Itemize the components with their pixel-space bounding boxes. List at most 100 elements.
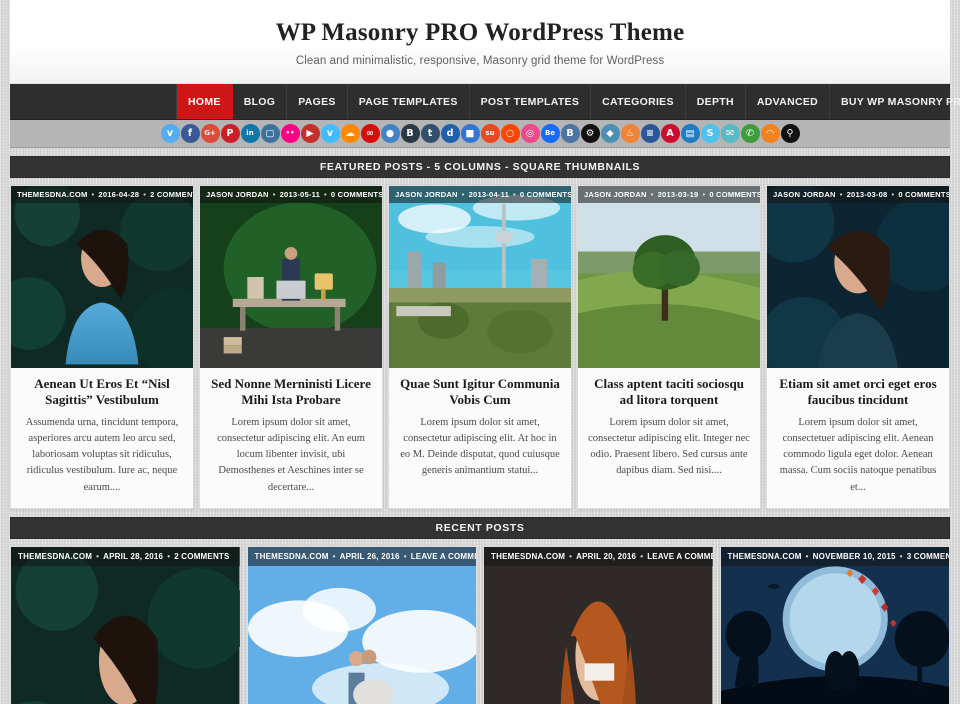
post-author: THEMESDNA.COM [18,551,93,561]
post-card[interactable]: THEMESDNA.COM • APRIL 20, 2016 • LEAVE A COM… [483,545,714,704]
twitter-icon[interactable]: ᴠ [160,124,180,143]
main-navigation[interactable]: HOME BLOG PAGES PAGE TEMPLATES POST TEMPLATE… [10,84,960,120]
site-description: Clean and minimalistic, responsive, Maso… [295,55,665,67]
page-title: WP Masonry PRO WordPress Theme [275,19,685,46]
post-thumbnail[interactable]: JASON JORDAN • 2013-05-11 • 0 COMMENTS [200,186,382,368]
drupal-icon[interactable]: ⚙ [580,124,600,143]
post-excerpt: Lorem ipsum dolor sit amet, consectetur … [400,416,560,477]
post-meta: THEMESDNA.COM•NOVEMBER 10, 2015•3 COMMEN… [720,546,949,566]
delicious-icon[interactable]: ■ [460,124,480,143]
nav-item-post-templates[interactable]: POST TEMPLATES [470,84,592,119]
stumbleupon-icon[interactable]: su [480,124,500,143]
post-comments-count: 2 COMMENTS [150,190,193,199]
post-card[interactable]: THEMESDNA.COM•APRIL 28, 2016•2 COMMENTSA… [10,545,241,704]
vimeo-icon[interactable]: v [320,124,340,143]
post-thumbnail[interactable]: THEMESDNA.COM•2016-04-28•2 COMMENTS [11,186,193,368]
post-card[interactable]: JASON JORDAN • 2013-05-11 • 0 COMMENTS Sed No… [199,185,383,509]
post-author: THEMESDNA.COM [17,190,88,199]
post-meta: THEMESDNA.COM • APRIL 28, 2016 • 2 COMMENTS [11,546,240,566]
post-title[interactable]: Quae Sunt Igitur Communia Vobis Cum [399,376,561,409]
nav-item-advanced[interactable]: ADVANCED [746,84,831,119]
apple-icon[interactable]: ▤ [680,124,700,143]
bloglovin-icon[interactable]: B [400,124,420,143]
post-body: Etiam sit amet orci eget eros faucibus t… [767,368,949,508]
post-comments-count: 0 COMMENTS [898,190,949,199]
post-meta: JASON JORDAN • 2013-03-19 • 0 COMMENTS [578,186,760,203]
social-links-bar[interactable]: ᴠ f G+ Pin ▢ •• ▶ v ☁ ∞ ● Bt d ■ su ○ ◎ Be В ⚙ ◆ ♨ ≡ A ▤ S ✉ ✆ ◠ ⚲ [10,120,950,148]
meta-separator: • [650,190,654,199]
lastfm-icon[interactable]: ∞ [360,124,380,143]
post-thumbnail[interactable]: JASON JORDAN • 2013-03-19 • 0 COMMENTS [578,186,760,368]
post-meta: THEMESDNA.COM • APRIL 26, 2016 • LEAVE A COM… [247,546,476,566]
pinterest-icon[interactable]: P [220,124,240,143]
meta-separator: • [899,551,903,561]
post-author: JASON JORDAN [206,190,269,199]
blogger-icon[interactable]: ≡ [640,124,660,143]
post-excerpt: Lorem ipsum dolor sit amet, consectetuer… [779,416,937,493]
post-author: JASON JORDAN [395,190,458,199]
youtube-icon[interactable]: ▶ [300,124,320,143]
nav-item-categories[interactable]: CATEGORIES [591,84,686,119]
meta-separator: • [272,190,276,199]
post-comments-count: 0 COMMENTS [709,190,760,199]
post-card[interactable]: THEMESDNA.COM•2016-04-28•2 COMMENTS Aenea… [10,185,194,509]
post-title[interactable]: Class aptent taciti sociosqu ad litora t… [588,376,750,409]
post-excerpt: Assumenda urna, tincidunt tempora, asper… [25,416,179,493]
post-thumbnail[interactable]: THEMESDNA.COM•NOVEMBER 10, 2015•3 COMMEN… [720,546,949,704]
behance-icon[interactable]: Be [540,124,560,143]
nav-item-home[interactable]: HOME [176,84,233,119]
post-date: 2016-04-28 [98,190,140,199]
nav-item-buy-wp-masonry-pro[interactable]: BUY WP MASONRY PRO [830,84,960,119]
post-card[interactable]: THEMESDNA.COM•NOVEMBER 10, 2015•3 COMMEN… [719,545,950,704]
post-card[interactable]: THEMESDNA.COM • APRIL 26, 2016 • LEAVE A COM… [246,545,477,704]
facebook-icon[interactable]: f [180,124,200,143]
instagram-icon[interactable]: ▢ [260,124,280,143]
post-thumbnail[interactable]: THEMESDNA.COM • APRIL 28, 2016 • 2 COMMENTS [11,546,240,704]
post-card[interactable]: JASON JORDAN • 2013-03-19 • 0 COMMENTS Class … [577,185,761,509]
post-thumbnail[interactable]: JASON JORDAN • 2013-04-11 • 0 COMMENTS [389,186,571,368]
featured-section-title: FEATURED POSTS - 5 COLUMNS - SQUARE THUM… [319,161,641,173]
github-icon[interactable]: ● [380,124,400,143]
nav-item-page-templates[interactable]: PAGE TEMPLATES [348,84,470,119]
post-date: 2013-05-11 [279,190,321,199]
digg-icon[interactable]: d [440,124,460,143]
soundcloud-icon[interactable]: ☁ [340,124,360,143]
phone-icon[interactable]: ✆ [740,124,760,143]
envato-icon[interactable]: ♨ [620,124,640,143]
post-body: Quae Sunt Igitur Communia Vobis Cum Lorem… [389,368,571,492]
site-header: WP Masonry PRO WordPress Theme Clean and… [10,0,950,84]
skype-icon[interactable]: S [700,124,720,143]
reddit-icon[interactable]: ○ [500,124,520,143]
post-thumbnail[interactable]: THEMESDNA.COM • APRIL 26, 2016 • LEAVE A COM… [247,546,476,704]
codepen-icon[interactable]: ◆ [600,124,620,143]
google-plus-icon[interactable]: G+ [200,124,220,143]
post-body: Class aptent taciti sociosqu ad litora t… [578,368,760,492]
flickr-icon[interactable]: •• [280,124,300,143]
nav-item-pages[interactable]: PAGES [287,84,348,119]
post-thumbnail[interactable]: THEMESDNA.COM • APRIL 20, 2016 • LEAVE A COM… [484,546,713,704]
post-thumbnail[interactable]: JASON JORDAN • 2013-03-08 • 0 COMMENTS [767,186,949,368]
rss-icon[interactable]: ◠ [760,124,780,143]
page-wrapper: WP Masonry PRO WordPress Theme Clean and… [0,0,960,704]
post-comments-count: LEAVE A COMMENT [647,551,712,561]
nav-item-blog[interactable]: BLOG [233,84,288,119]
post-title[interactable]: Aenean Ut Eros Et “Nisl Sagittis” Vestib… [21,376,183,409]
linkedin-icon[interactable]: in [240,124,260,143]
email-icon[interactable]: ✉ [720,124,740,143]
recent-posts-grid: THEMESDNA.COM•APRIL 28, 2016•2 COMMENTSA… [10,545,950,704]
post-title[interactable]: Sed Nonne Merninisti Licere Mihi Ista Pr… [210,376,372,409]
meta-separator: • [167,551,171,561]
vk-icon[interactable]: В [560,124,580,143]
meta-separator: • [805,551,809,561]
post-author: JASON JORDAN [773,190,836,199]
meta-separator: • [96,551,100,561]
nav-item-depth[interactable]: DEPTH [686,84,746,119]
post-card[interactable]: JASON JORDAN • 2013-03-08 • 0 COMMENTS Etiam … [766,185,950,509]
search-icon[interactable]: ⚲ [780,124,800,143]
tumblr-icon[interactable]: t [420,124,440,143]
dribbble-icon[interactable]: ◎ [520,124,540,143]
post-title[interactable]: Etiam sit amet orci eget eros faucibus t… [777,376,939,409]
amazon-icon[interactable]: A [660,124,680,143]
post-card[interactable]: JASON JORDAN • 2013-04-11 • 0 COMMENTS Quae S… [388,185,572,509]
featured-posts-grid: THEMESDNA.COM•2016-04-28•2 COMMENTSAenea… [10,185,950,509]
